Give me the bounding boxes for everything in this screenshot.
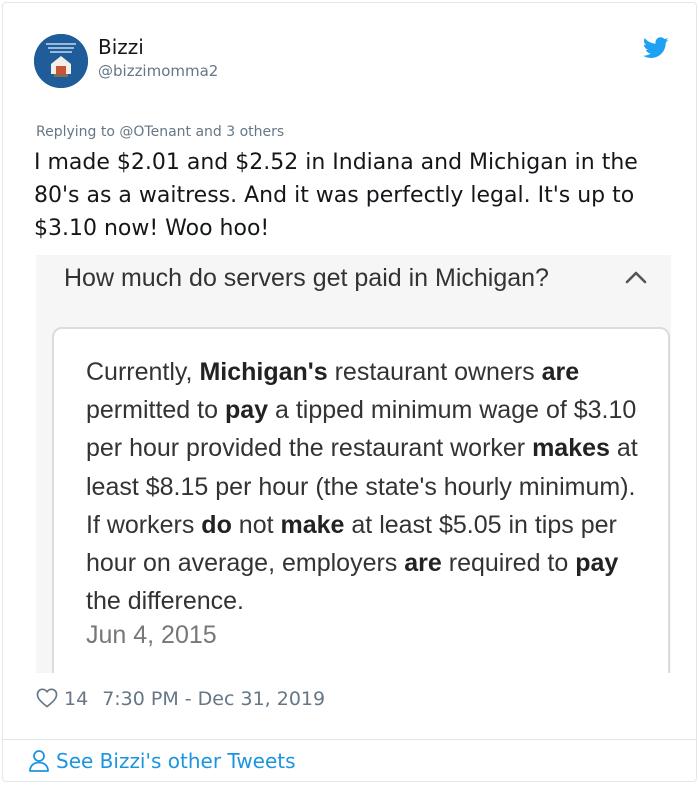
answer-bold-phrase: makes — [532, 434, 610, 463]
see-other-tweets-link[interactable]: See Bizzi's other Tweets — [28, 749, 296, 773]
author-name[interactable]: Bizzi — [98, 35, 144, 59]
reply-prefix: Replying to — [36, 124, 115, 140]
like-count[interactable]: 14 — [64, 688, 88, 710]
answer-text: Currently, Michigan's restaurant owners … — [86, 353, 646, 620]
reply-mention-link[interactable]: @OTenant — [119, 124, 191, 140]
tweet-timestamp[interactable]: 7:30 PM - Dec 31, 2019 — [102, 688, 325, 710]
tweet-card: Bizzi @bizzimomma2 Replying to @OTenant … — [2, 2, 697, 782]
tweet-text: I made $2.01 and $2.52 in Indiana and Mi… — [34, 150, 638, 241]
see-other-tweets-label[interactable]: See Bizzi's other Tweets — [56, 749, 296, 773]
answer-bold-phrase: make — [280, 510, 345, 539]
twitter-bird-icon[interactable] — [642, 37, 669, 63]
author-handle[interactable]: @bizzimomma2 — [98, 62, 218, 80]
divider — [3, 739, 696, 740]
tweet-meta: 14 7:30 PM - Dec 31, 2019 — [36, 686, 325, 712]
answer-date: Jun 4, 2015 — [86, 621, 217, 649]
reply-suffix[interactable]: and 3 others — [195, 124, 284, 140]
answer-bold-phrase: pay — [575, 549, 619, 578]
answer-bold-phrase: do — [201, 510, 232, 539]
answer-text-run: required to — [441, 549, 576, 578]
answer-text-run: restaurant owners — [327, 358, 542, 386]
answer-text-run: permitted to — [86, 396, 225, 425]
answer-text-run: Currently, — [86, 358, 200, 386]
reply-context: Replying to @OTenant and 3 others — [36, 124, 284, 140]
answer-text-run: the difference. — [86, 587, 244, 616]
person-icon — [29, 750, 49, 772]
avatar[interactable] — [34, 34, 88, 88]
answer-bold-phrase: are — [541, 358, 580, 386]
answer-text-run: not — [231, 510, 281, 539]
answer-card: Currently, Michigan's restaurant owners … — [52, 327, 670, 673]
search-question: How much do servers get paid in Michigan… — [64, 264, 549, 292]
heart-icon[interactable] — [36, 688, 60, 710]
answer-bold-phrase: Michigan's — [199, 358, 328, 386]
embedded-screenshot[interactable]: How much do servers get paid in Michigan… — [36, 255, 671, 673]
chevron-up-icon — [624, 269, 648, 289]
answer-bold-phrase: pay — [224, 396, 269, 425]
answer-bold-phrase: are — [404, 549, 442, 578]
